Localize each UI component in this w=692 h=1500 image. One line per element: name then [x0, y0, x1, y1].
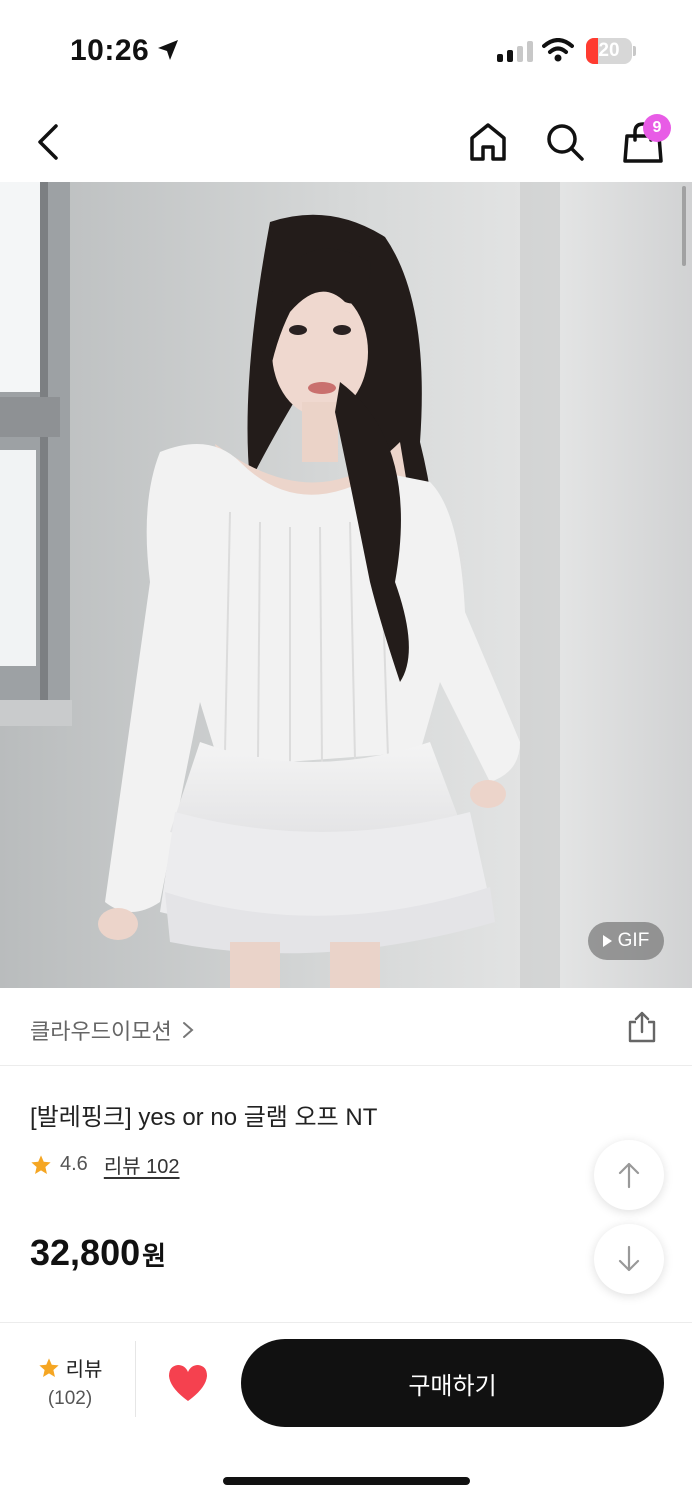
star-icon — [31, 1154, 51, 1174]
top-nav-bar — [0, 100, 692, 182]
scroll-down-button[interactable] — [594, 1224, 664, 1294]
battery-level: 20 — [598, 40, 620, 61]
gif-badge[interactable]: GIF — [588, 922, 664, 960]
arrow-up-icon — [618, 1162, 640, 1189]
brand-name: 클라우드이모션 — [30, 1019, 172, 1044]
battery-cap — [633, 46, 636, 56]
scroll-up-button[interactable] — [594, 1140, 664, 1210]
bottom-review-label: 리뷰 — [65, 1359, 103, 1381]
location-arrow-icon — [158, 40, 178, 60]
wifi-icon — [542, 38, 574, 62]
price-value: 32,800 — [30, 1232, 141, 1273]
brand-link[interactable]: 클라우드이모션 — [30, 1014, 194, 1046]
buy-button[interactable]: 구매하기 — [241, 1339, 664, 1427]
product-image[interactable] — [0, 182, 692, 988]
play-icon — [602, 935, 612, 947]
gif-label: GIF — [617, 930, 650, 951]
cellular-signal-icon — [497, 40, 533, 62]
product-title: [발레핑크] yes or no 글램 오프 NT — [30, 1104, 378, 1131]
price-unit: 원 — [142, 1241, 167, 1271]
battery-icon: 20 — [586, 38, 632, 64]
cart-count-badge: 9 — [643, 114, 671, 142]
search-icon[interactable] — [543, 120, 587, 164]
image-scroll-indicator — [682, 186, 686, 266]
chevron-left-icon[interactable] — [30, 120, 70, 164]
heart-icon[interactable] — [166, 1363, 210, 1403]
bottom-review-button[interactable]: 리뷰 (102) — [30, 1353, 110, 1410]
home-icon[interactable] — [466, 120, 510, 164]
divider — [135, 1341, 136, 1417]
brand-row: 클라우드이모션 — [0, 988, 692, 1066]
product-photo — [0, 182, 692, 988]
bottom-action-bar: 리뷰 (102) 구매하기 — [0, 1322, 692, 1500]
star-icon — [38, 1357, 59, 1377]
price: 32,800원 — [30, 1232, 166, 1274]
arrow-down-icon — [618, 1245, 640, 1272]
rating-row: 4.6 리뷰 102 — [30, 1150, 180, 1179]
rating-value: 4.6 — [60, 1153, 88, 1175]
bottom-review-count: (102) — [47, 1388, 93, 1409]
review-link[interactable]: 리뷰 102 — [104, 1150, 180, 1179]
status-bar: 10:26 20 — [0, 0, 692, 100]
home-indicator — [223, 1477, 470, 1485]
status-time: 10:26 — [70, 34, 150, 67]
share-icon[interactable] — [626, 1010, 658, 1044]
chevron-right-icon — [182, 1022, 194, 1038]
